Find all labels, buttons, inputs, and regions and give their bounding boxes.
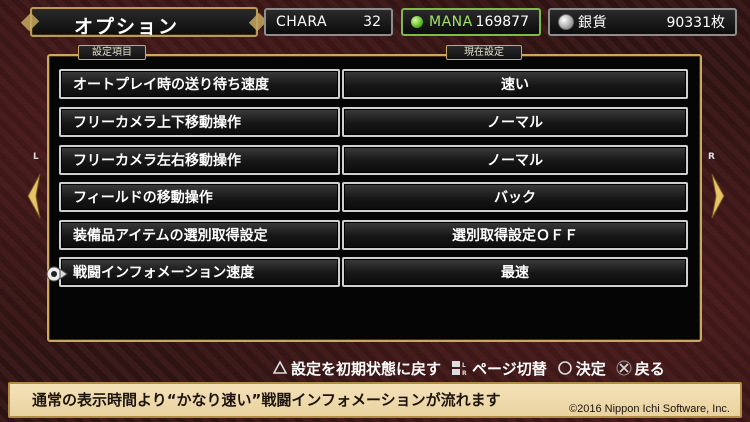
option-name: フリーカメラ左右移動操作 — [59, 145, 340, 175]
current-setting-column-header: 現在設定 — [446, 45, 522, 60]
triangle-button-icon — [272, 360, 288, 374]
mana-label: MANA — [429, 14, 473, 30]
hint-back[interactable]: 戻る — [616, 358, 665, 379]
option-name: 装備品アイテムの選別取得設定 — [59, 220, 340, 250]
page-left-key-label: L — [33, 152, 39, 162]
mana-counter: MANA 169877 — [401, 8, 541, 36]
screen-title-plate: オプション — [20, 7, 268, 38]
option-value: ノーマル — [342, 145, 688, 175]
copyright-text: ©2016 Nippon Ichi Software, Inc. — [569, 403, 730, 415]
button-hints: 設定を初期状態に戻す L R ページ切替 決定 戻る — [272, 357, 665, 379]
hint-back-label: 戻る — [634, 359, 665, 378]
option-row-battle-info-speed[interactable]: 戦闘インフォメーション速度 最速 — [59, 257, 692, 287]
silver-coin-counter: 銀貨 90331枚 — [548, 8, 737, 36]
setting-item-column-header: 設定項目 — [78, 45, 146, 60]
page-right-key-label: R — [708, 152, 715, 162]
silver-label: 銀貨 — [578, 15, 607, 31]
hint-confirm-label: 決定 — [575, 359, 606, 378]
svg-text:R: R — [462, 370, 467, 377]
help-text: 通常の表示時間より“かなり速い”戦闘インフォメーションが流れます — [32, 391, 501, 409]
lr-button-icon: L R — [452, 361, 467, 377]
page-right-arrow-icon[interactable] — [710, 172, 726, 220]
hint-page-switch-label: ページ切替 — [472, 359, 547, 378]
mana-orb-icon — [411, 16, 423, 28]
hint-confirm[interactable]: 決定 — [557, 358, 606, 379]
chara-value: 32 — [363, 14, 381, 30]
option-row-camera-vertical[interactable]: フリーカメラ上下移動操作 ノーマル — [59, 107, 692, 137]
option-row-equipment-filter[interactable]: 装備品アイテムの選別取得設定 選別取得設定ＯＦＦ — [59, 220, 692, 250]
svg-text:L: L — [462, 362, 466, 369]
option-value: 選別取得設定ＯＦＦ — [342, 220, 688, 250]
option-row-field-movement[interactable]: フィールドの移動操作 バック — [59, 182, 692, 212]
mana-value: 169877 — [475, 14, 529, 30]
hint-page-switch[interactable]: L R ページ切替 — [451, 358, 547, 379]
selection-cursor-icon — [46, 266, 68, 282]
hint-reset[interactable]: 設定を初期状態に戻す — [272, 358, 441, 379]
option-name: フィールドの移動操作 — [59, 182, 340, 212]
option-value: ノーマル — [342, 107, 688, 137]
option-name: オートプレイ時の送り待ち速度 — [59, 69, 340, 99]
chara-counter: CHARA 32 — [264, 8, 393, 36]
silver-value: 90331枚 — [666, 15, 725, 31]
option-name: 戦闘インフォメーション速度 — [59, 257, 340, 287]
option-value: 最速 — [342, 257, 688, 287]
option-row-camera-horizontal[interactable]: フリーカメラ左右移動操作 ノーマル — [59, 145, 692, 175]
option-value: 速い — [342, 69, 688, 99]
chara-label: CHARA — [276, 14, 328, 30]
page-left-arrow-icon[interactable] — [26, 172, 42, 220]
option-name: フリーカメラ上下移動操作 — [59, 107, 340, 137]
option-row-autoplay-speed[interactable]: オートプレイ時の送り待ち速度 速い — [59, 69, 692, 99]
circle-button-icon — [557, 361, 572, 375]
screen-title: オプション — [74, 16, 180, 38]
help-description-bar: 通常の表示時間より“かなり速い”戦闘インフォメーションが流れます ©2016 N… — [8, 382, 742, 418]
cross-button-icon — [616, 360, 632, 376]
option-value: バック — [342, 182, 688, 212]
hint-reset-label: 設定を初期状態に戻す — [291, 359, 442, 378]
silver-coin-icon — [558, 14, 574, 30]
ornament-icon — [20, 12, 40, 32]
